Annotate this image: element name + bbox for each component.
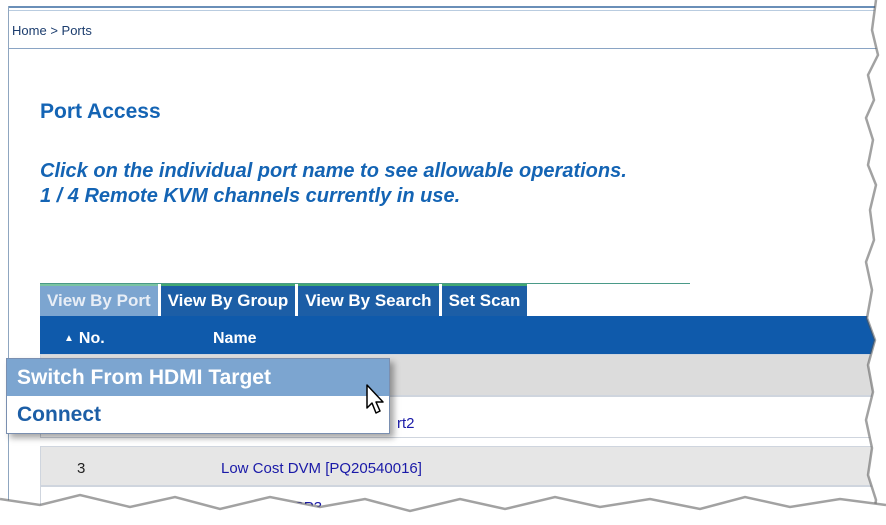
column-header-name[interactable]: Name [213,330,257,348]
breadcrumb: Home > Ports [12,23,92,38]
mouse-pointer-icon [366,384,384,414]
view-tabs: View By Port View By Group View By Searc… [40,284,530,316]
breadcrumb-separator: > [50,23,58,38]
column-header-no-label: No. [78,330,105,347]
left-border [8,6,9,525]
top-border [8,6,886,8]
menu-item-connect[interactable]: Connect [7,396,389,433]
tab-view-by-search[interactable]: View By Search [298,284,439,316]
tab-view-by-group[interactable]: View By Group [160,284,296,316]
tab-view-by-port[interactable]: View By Port [40,284,158,316]
torn-edge-right [864,0,886,525]
table-row: 3 Low Cost DVM [PQ20540016] [40,446,880,486]
top-border-inner [8,10,886,11]
sort-ascending-icon: ▲ [64,333,74,344]
instruction-line-operations: Click on the individual port name to see… [40,160,627,182]
menu-item-switch-from-target[interactable]: Switch From HDMI Target [7,359,389,396]
port-context-menu: Switch From HDMI Target Connect [6,358,390,434]
table-header: ▲ No. Name [40,316,880,354]
port-name-link[interactable]: Low Cost DVM [PQ20540016] [221,460,422,477]
tab-set-scan[interactable]: Set Scan [441,284,528,316]
instruction-line-channels: 1 / 4 Remote KVM channels currently in u… [40,185,461,208]
port-number: 3 [77,460,86,477]
instruction-text: Click on the individual port name to see… [40,159,627,209]
breadcrumb-home-link[interactable]: Home [12,23,47,38]
page-title: Port Access [40,100,161,123]
column-header-no[interactable]: ▲ No. [64,330,105,348]
breadcrumb-current: Ports [61,23,92,38]
torn-edge-bottom [0,493,886,525]
breadcrumb-divider [8,48,886,49]
port-name-link[interactable]: rt2 [397,415,415,432]
